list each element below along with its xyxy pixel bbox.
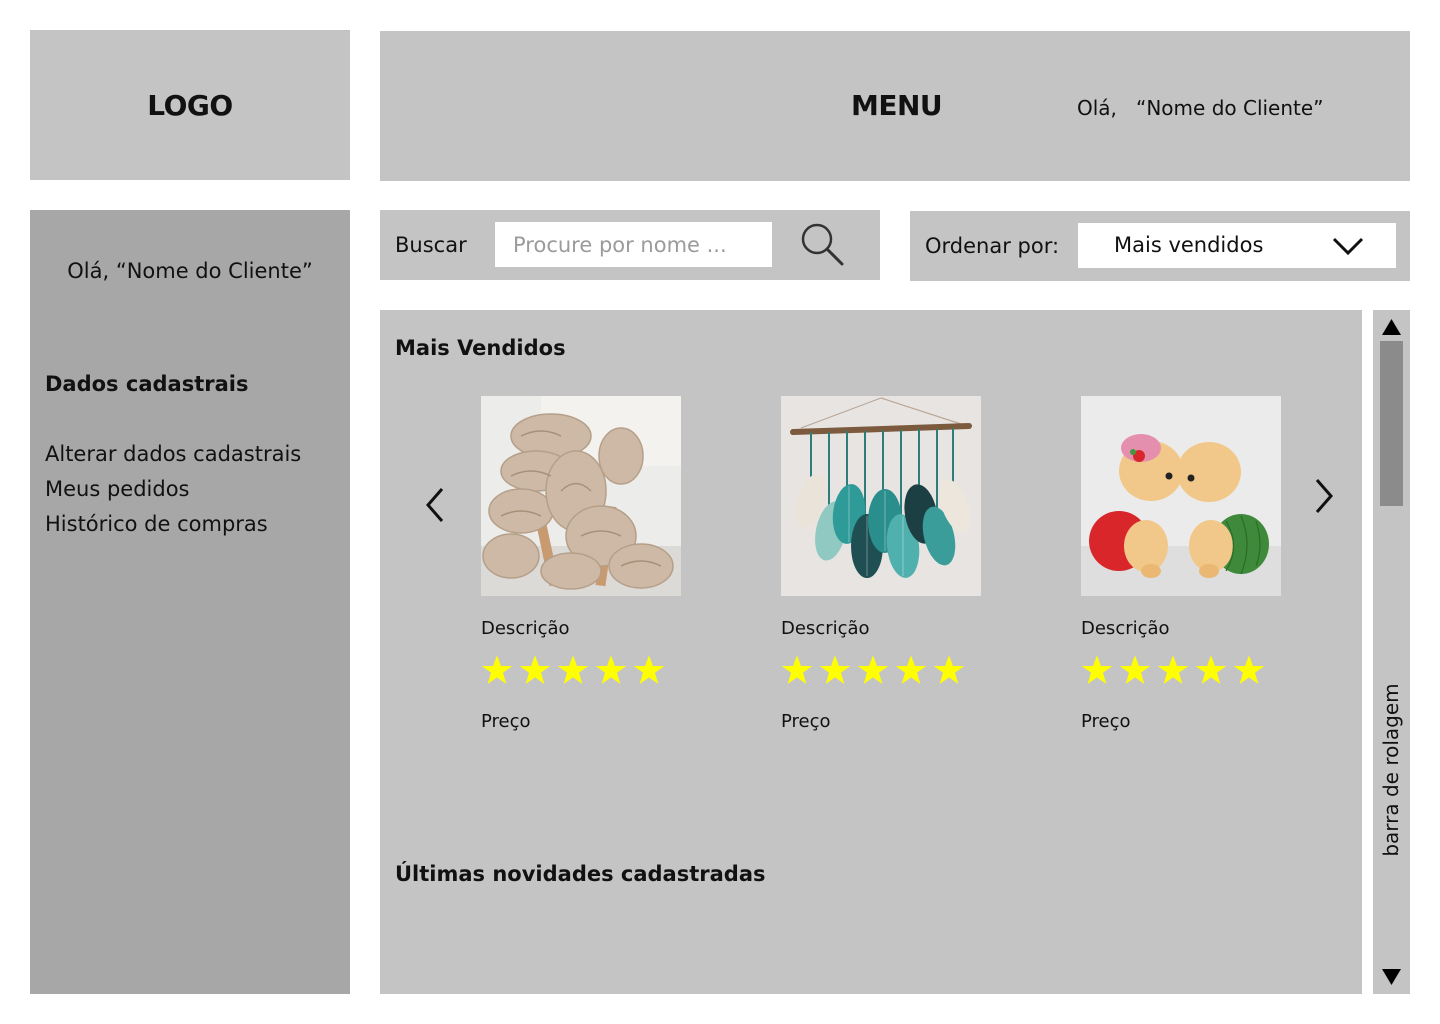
star-icon xyxy=(633,655,665,684)
product-card[interactable]: Descrição Preço xyxy=(1081,396,1291,732)
sidebar-link-alterar-dados[interactable]: Alterar dados cadastrais xyxy=(45,442,301,466)
star-icon xyxy=(933,655,965,684)
sidebar-link-meus-pedidos[interactable]: Meus pedidos xyxy=(45,477,190,501)
sidebar: Olá, “Nome do Cliente” Dados cadastrais … xyxy=(30,210,350,994)
product-price: Preço xyxy=(481,711,531,732)
carousel-prev-arrow-icon[interactable] xyxy=(422,485,448,525)
logo: LOGO xyxy=(147,88,233,122)
star-icon xyxy=(519,655,551,684)
product-rating xyxy=(481,654,665,686)
product-price: Preço xyxy=(781,711,831,732)
sidebar-link-historico-compras[interactable]: Histórico de compras xyxy=(45,512,268,536)
sort-bar: Ordenar por: Mais vendidos xyxy=(910,211,1410,281)
scroll-down-arrow-icon[interactable] xyxy=(1381,968,1402,986)
logo-box[interactable]: LOGO xyxy=(30,30,350,180)
product-card[interactable]: Descrição Preço xyxy=(481,396,691,732)
search-label: Buscar xyxy=(395,233,467,257)
amigurumi-turtles-photo xyxy=(1081,396,1281,596)
search-bar: Buscar xyxy=(380,210,880,280)
sort-select[interactable]: Mais vendidos xyxy=(1078,223,1396,268)
product-price: Preço xyxy=(1081,711,1131,732)
menu-label[interactable]: MENU xyxy=(851,89,943,122)
scroll-up-arrow-icon[interactable] xyxy=(1381,318,1402,336)
star-icon xyxy=(1195,655,1227,684)
carousel-next-arrow-icon[interactable] xyxy=(1311,476,1337,516)
knit-blanket-photo xyxy=(481,396,681,596)
star-icon xyxy=(481,655,513,684)
scrollbar-label: barra de rolagem xyxy=(1379,683,1403,857)
product-description: Descrição xyxy=(1081,618,1170,639)
sort-label: Ordenar por: xyxy=(925,234,1060,258)
main-content: Mais Vendidos Descrição Preço Descrição … xyxy=(380,310,1362,994)
star-icon xyxy=(1233,655,1265,684)
star-icon xyxy=(1157,655,1189,684)
star-icon xyxy=(1119,655,1151,684)
magnifier-icon xyxy=(801,223,844,266)
star-icon xyxy=(595,655,627,684)
product-rating xyxy=(781,654,965,686)
product-card[interactable]: Descrição Preço xyxy=(781,396,991,732)
star-icon xyxy=(857,655,889,684)
best-sellers-title: Mais Vendidos xyxy=(395,336,566,360)
star-icon xyxy=(1081,655,1113,684)
search-input[interactable] xyxy=(495,222,772,267)
star-icon xyxy=(895,655,927,684)
product-description: Descrição xyxy=(781,618,870,639)
macrame-leaves-photo xyxy=(781,396,981,596)
header-greeting: Olá, “Nome do Cliente” xyxy=(1077,96,1324,120)
star-icon xyxy=(557,655,589,684)
new-arrivals-title: Últimas novidades cadastradas xyxy=(395,862,766,886)
sidebar-section-title: Dados cadastrais xyxy=(45,372,249,396)
search-button[interactable] xyxy=(798,220,850,270)
star-icon xyxy=(819,655,851,684)
product-description: Descrição xyxy=(481,618,570,639)
scrollbar[interactable]: barra de rolagem xyxy=(1373,310,1410,994)
scrollbar-thumb[interactable] xyxy=(1380,341,1403,506)
product-rating xyxy=(1081,654,1265,686)
star-icon xyxy=(781,655,813,684)
menu-bar: MENU Olá, “Nome do Cliente” xyxy=(380,31,1410,181)
sidebar-greeting: Olá, “Nome do Cliente” xyxy=(67,259,313,283)
sort-selected-value: Mais vendidos xyxy=(1114,233,1264,257)
chevron-down-icon xyxy=(1332,237,1364,256)
